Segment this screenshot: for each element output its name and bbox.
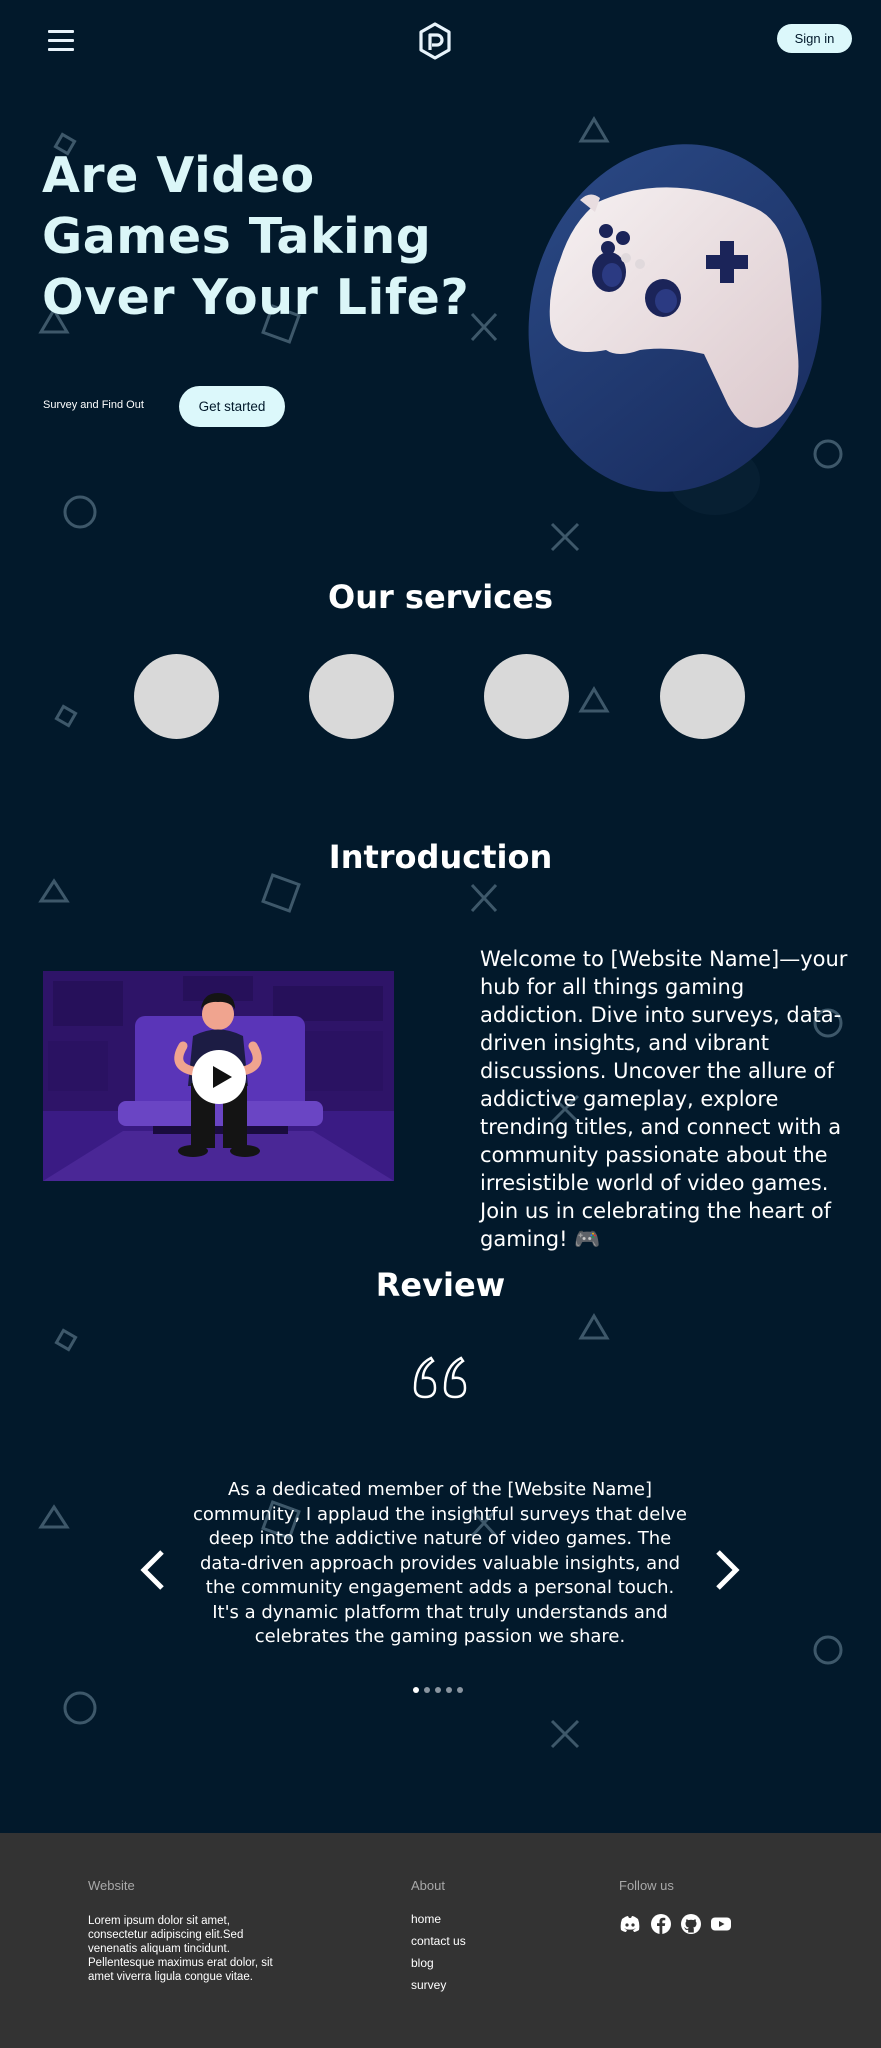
service-item[interactable] (484, 654, 569, 739)
footer-website-heading: Website (88, 1878, 135, 1893)
github-icon[interactable] (680, 1913, 702, 1935)
service-item[interactable] (134, 654, 219, 739)
hero-title: Are Video Games Taking Over Your Life? (42, 147, 470, 326)
quote-icon (411, 1354, 471, 1399)
carousel-dot[interactable] (435, 1687, 441, 1693)
carousel-dot[interactable] (457, 1687, 463, 1693)
footer-link-contact[interactable]: contact us (411, 1934, 466, 1948)
discord-icon[interactable] (619, 1913, 641, 1935)
carousel-dots (413, 1687, 463, 1693)
service-item[interactable] (309, 654, 394, 739)
footer-link-blog[interactable]: blog (411, 1956, 434, 1970)
footer-about-heading: About (411, 1878, 445, 1893)
footer-link-survey[interactable]: survey (411, 1978, 446, 1992)
intro-video-thumbnail[interactable] (43, 971, 394, 1181)
hamburger-menu-icon[interactable] (48, 30, 74, 52)
footer-website-text: Lorem ipsum dolor sit amet, consectetur … (88, 1915, 273, 1983)
review-text: As a dedicated member of the [Website Na… (192, 1479, 688, 1647)
chevron-left-icon[interactable] (138, 1548, 168, 1592)
get-started-button[interactable]: Get started (179, 386, 285, 427)
intro-text: Welcome to [Website Name]—your hub for a… (480, 947, 848, 1251)
youtube-icon[interactable] (710, 1913, 732, 1935)
footer-follow-heading: Follow us (619, 1878, 674, 1893)
hero-subtitle: Survey and Find Out (43, 399, 144, 411)
service-item[interactable] (660, 654, 745, 739)
facebook-icon[interactable] (650, 1913, 672, 1935)
play-icon[interactable] (192, 1050, 246, 1104)
footer-link-home[interactable]: home (411, 1912, 441, 1926)
sign-in-button[interactable]: Sign in (777, 24, 852, 53)
introduction-title: Introduction (328, 838, 553, 876)
chevron-right-icon[interactable] (712, 1548, 742, 1592)
carousel-dot[interactable] (424, 1687, 430, 1693)
carousel-dot[interactable] (446, 1687, 452, 1693)
carousel-dot[interactable] (413, 1687, 419, 1693)
game-controller-illustration (520, 140, 830, 520)
services-title: Our services (328, 578, 553, 616)
review-title: Review (375, 1266, 506, 1304)
hexagon-p-logo[interactable] (418, 22, 452, 60)
